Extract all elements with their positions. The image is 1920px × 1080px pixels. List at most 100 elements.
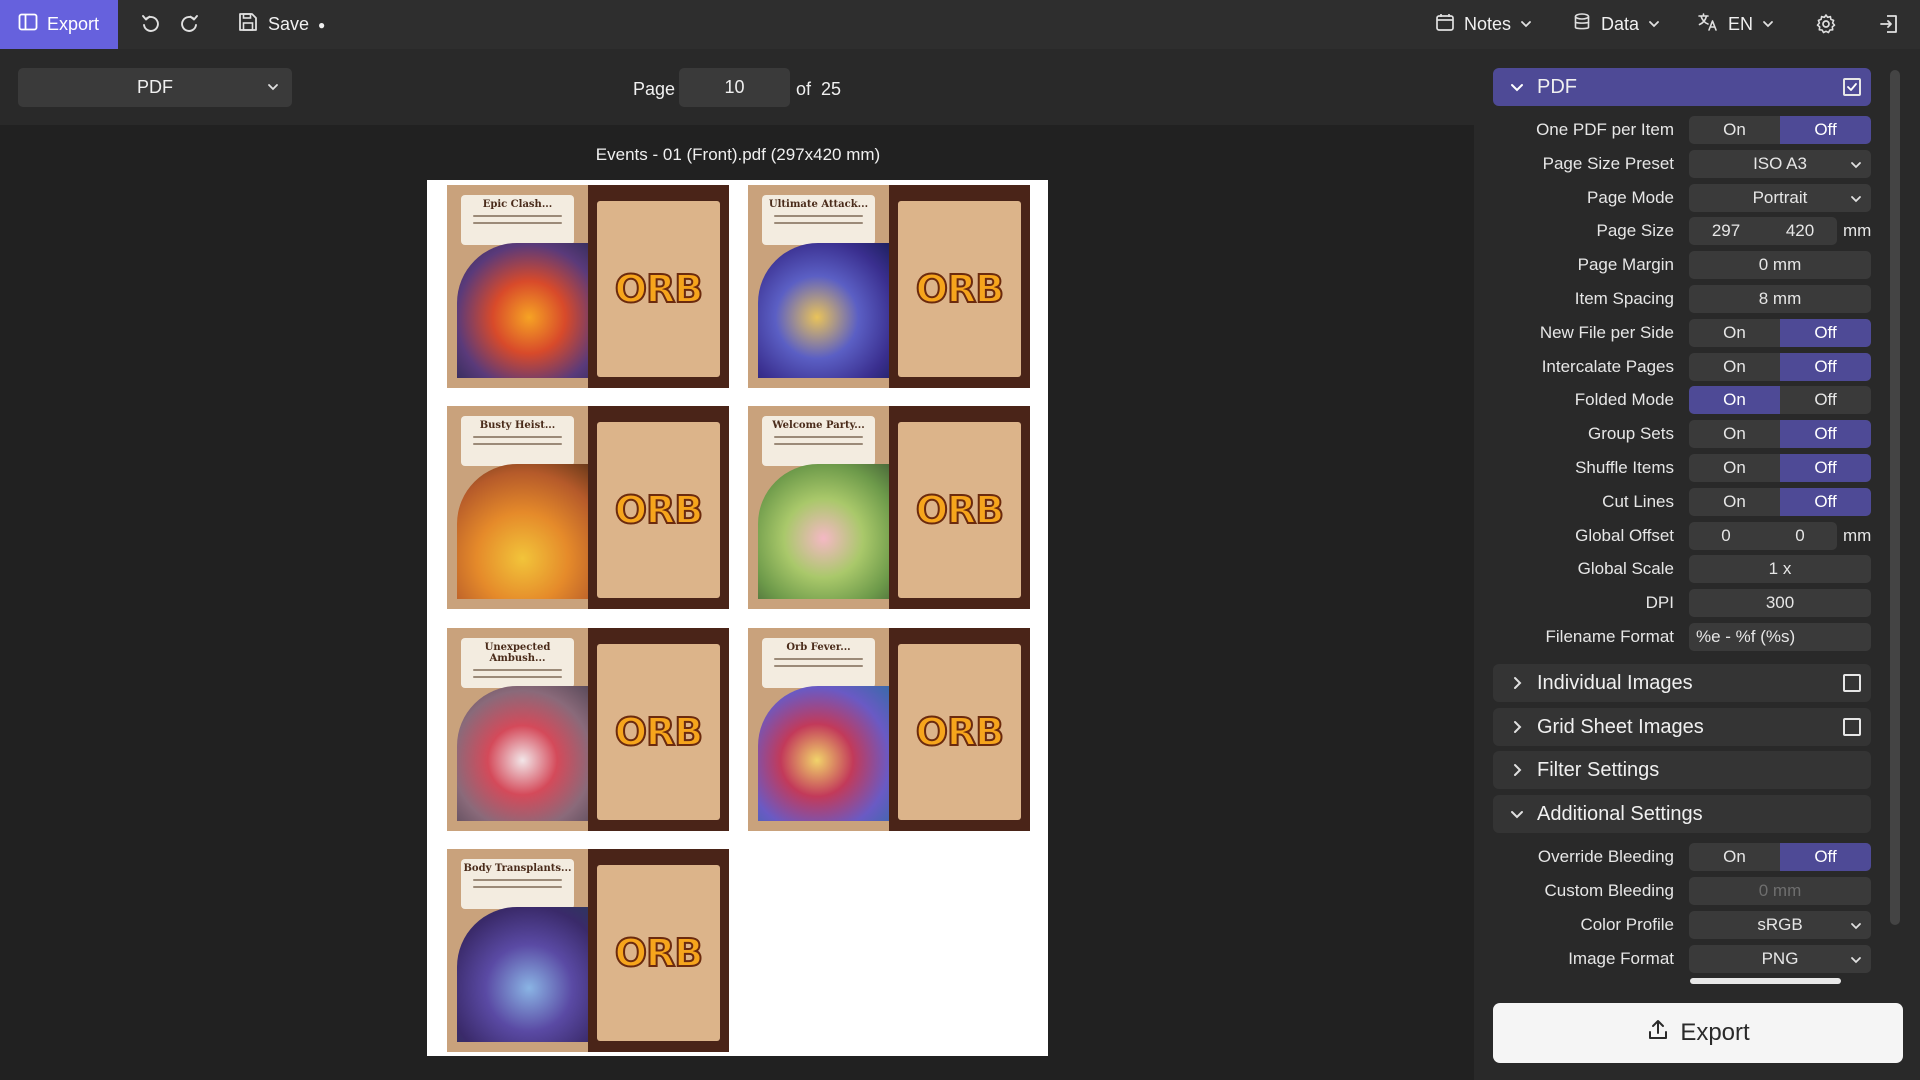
- card-artwork: [758, 243, 889, 378]
- card-back-image: ORB: [889, 406, 1030, 609]
- language-menu[interactable]: EN: [1697, 0, 1774, 49]
- card-back-panel: ORB: [597, 865, 720, 1041]
- filename-format-label: Filename Format: [1545, 627, 1674, 646]
- card-title: Ultimate Attack...: [768, 199, 869, 210]
- toggle-off[interactable]: Off: [1780, 454, 1871, 482]
- toggle-on[interactable]: On: [1689, 420, 1780, 448]
- image-format-value: PNG: [1761, 949, 1799, 968]
- override-bleeding-label: Override Bleeding: [1537, 847, 1674, 866]
- shuffle-items-toggle[interactable]: On Off: [1689, 454, 1871, 482]
- card-pair: Busty Heist... ORB: [447, 406, 729, 609]
- toggle-off[interactable]: Off: [1780, 420, 1871, 448]
- toggle-off[interactable]: Off: [1780, 116, 1871, 144]
- card-back-image: ORB: [889, 628, 1030, 831]
- filter-settings-section-header[interactable]: Filter Settings: [1493, 751, 1871, 789]
- pdf-enabled-checkbox[interactable]: [1843, 78, 1861, 96]
- card-text-line: [774, 665, 863, 667]
- toggle-on[interactable]: On: [1689, 843, 1780, 871]
- export-button[interactable]: Export: [1493, 1003, 1903, 1063]
- toggle-off[interactable]: Off: [1780, 386, 1871, 414]
- additional-settings-section-header[interactable]: Additional Settings: [1493, 795, 1871, 833]
- chevron-down-icon: [1509, 79, 1529, 95]
- individual-images-title: Individual Images: [1537, 671, 1693, 694]
- individual-images-checkbox[interactable]: [1843, 674, 1861, 692]
- card-front-image: Unexpected Ambush...: [447, 628, 588, 831]
- exit-icon[interactable]: [1877, 12, 1901, 36]
- orb-logo: ORB: [915, 266, 1006, 312]
- chevron-down-icon: [266, 78, 280, 99]
- filename-format-input[interactable]: %e - %f (%s): [1689, 623, 1871, 651]
- orb-logo: ORB: [614, 930, 705, 976]
- individual-images-section-header[interactable]: Individual Images: [1493, 664, 1871, 702]
- toggle-on[interactable]: On: [1689, 353, 1780, 381]
- card-pair: Unexpected Ambush... ORB: [447, 628, 729, 831]
- floppy-disk-icon: [237, 11, 259, 38]
- offset-x-input[interactable]: 0: [1689, 522, 1763, 550]
- format-select-value: PDF: [137, 77, 173, 97]
- page-mode-select[interactable]: Portrait: [1689, 184, 1871, 212]
- card-text-box: Body Transplants...: [461, 859, 574, 909]
- save-button[interactable]: Save ●: [237, 0, 325, 49]
- group-sets-toggle[interactable]: On Off: [1689, 420, 1871, 448]
- card-back-image: ORB: [588, 849, 729, 1052]
- data-label: Data: [1601, 14, 1640, 34]
- toggle-on[interactable]: On: [1689, 116, 1780, 144]
- grid-sheet-images-section-header[interactable]: Grid Sheet Images: [1493, 708, 1871, 746]
- card-artwork: [457, 464, 588, 599]
- chevron-down-icon: [1509, 806, 1529, 822]
- toggle-on[interactable]: On: [1689, 454, 1780, 482]
- offset-y-input[interactable]: 0: [1763, 522, 1837, 550]
- page-of-label: of: [796, 79, 812, 99]
- card-text-line: [473, 443, 562, 445]
- format-select[interactable]: PDF: [18, 68, 292, 107]
- color-profile-label: Color Profile: [1580, 915, 1674, 934]
- card-back-panel: ORB: [597, 201, 720, 377]
- language-label: EN: [1728, 14, 1754, 34]
- page-width-input[interactable]: 297: [1689, 217, 1763, 245]
- page-size-label: Page Size: [1596, 221, 1675, 240]
- page-number-input[interactable]: 10: [679, 68, 790, 107]
- redo-icon[interactable]: [177, 12, 201, 36]
- page-height-input[interactable]: 420: [1763, 217, 1837, 245]
- toggle-on[interactable]: On: [1689, 386, 1780, 414]
- chevron-down-icon: [1520, 14, 1532, 35]
- calendar-icon: [1435, 12, 1455, 37]
- toggle-off[interactable]: Off: [1780, 488, 1871, 516]
- one-pdf-per-item-toggle[interactable]: On Off: [1689, 116, 1871, 144]
- pdf-section-header[interactable]: PDF: [1493, 68, 1871, 106]
- card-text-line: [473, 669, 562, 671]
- cut-lines-toggle[interactable]: On Off: [1689, 488, 1871, 516]
- page-margin-input[interactable]: 0 mm: [1689, 251, 1871, 279]
- image-format-select[interactable]: PNG: [1689, 945, 1871, 973]
- card-text-box: Orb Fever...: [762, 638, 875, 688]
- toggle-on[interactable]: On: [1689, 488, 1780, 516]
- item-spacing-input[interactable]: 8 mm: [1689, 285, 1871, 313]
- custom-bleeding-input[interactable]: 0 mm: [1689, 877, 1871, 905]
- card-text-box: Busty Heist...: [461, 416, 574, 466]
- global-scale-input[interactable]: 1 x: [1689, 555, 1871, 583]
- grid-sheet-images-checkbox[interactable]: [1843, 718, 1861, 736]
- new-file-per-side-toggle[interactable]: On Off: [1689, 319, 1871, 347]
- toggle-on[interactable]: On: [1689, 319, 1780, 347]
- shuffle-items-label: Shuffle Items: [1575, 458, 1674, 477]
- page-size-preset-label: Page Size Preset: [1542, 154, 1674, 173]
- card-text-line: [774, 222, 863, 224]
- dpi-input[interactable]: 300: [1689, 589, 1871, 617]
- undo-icon[interactable]: [139, 12, 163, 36]
- toggle-off[interactable]: Off: [1780, 353, 1871, 381]
- color-profile-select[interactable]: sRGB: [1689, 911, 1871, 939]
- override-bleeding-toggle[interactable]: On Off: [1689, 843, 1871, 871]
- unsaved-indicator: ●: [318, 17, 326, 32]
- page-size-preset-select[interactable]: ISO A3: [1689, 150, 1871, 178]
- export-tab-button[interactable]: Export: [0, 0, 118, 49]
- card-front-image: Body Transplants...: [447, 849, 588, 1052]
- folded-mode-toggle[interactable]: On Off: [1689, 386, 1871, 414]
- intercalate-pages-toggle[interactable]: On Off: [1689, 353, 1871, 381]
- toggle-off[interactable]: Off: [1780, 843, 1871, 871]
- notes-menu[interactable]: Notes: [1435, 0, 1532, 49]
- gear-icon[interactable]: [1814, 12, 1838, 36]
- export-tab-label: Export: [47, 14, 100, 34]
- toggle-off[interactable]: Off: [1780, 319, 1871, 347]
- settings-scrollbar[interactable]: [1890, 70, 1900, 925]
- data-menu[interactable]: Data: [1572, 0, 1660, 49]
